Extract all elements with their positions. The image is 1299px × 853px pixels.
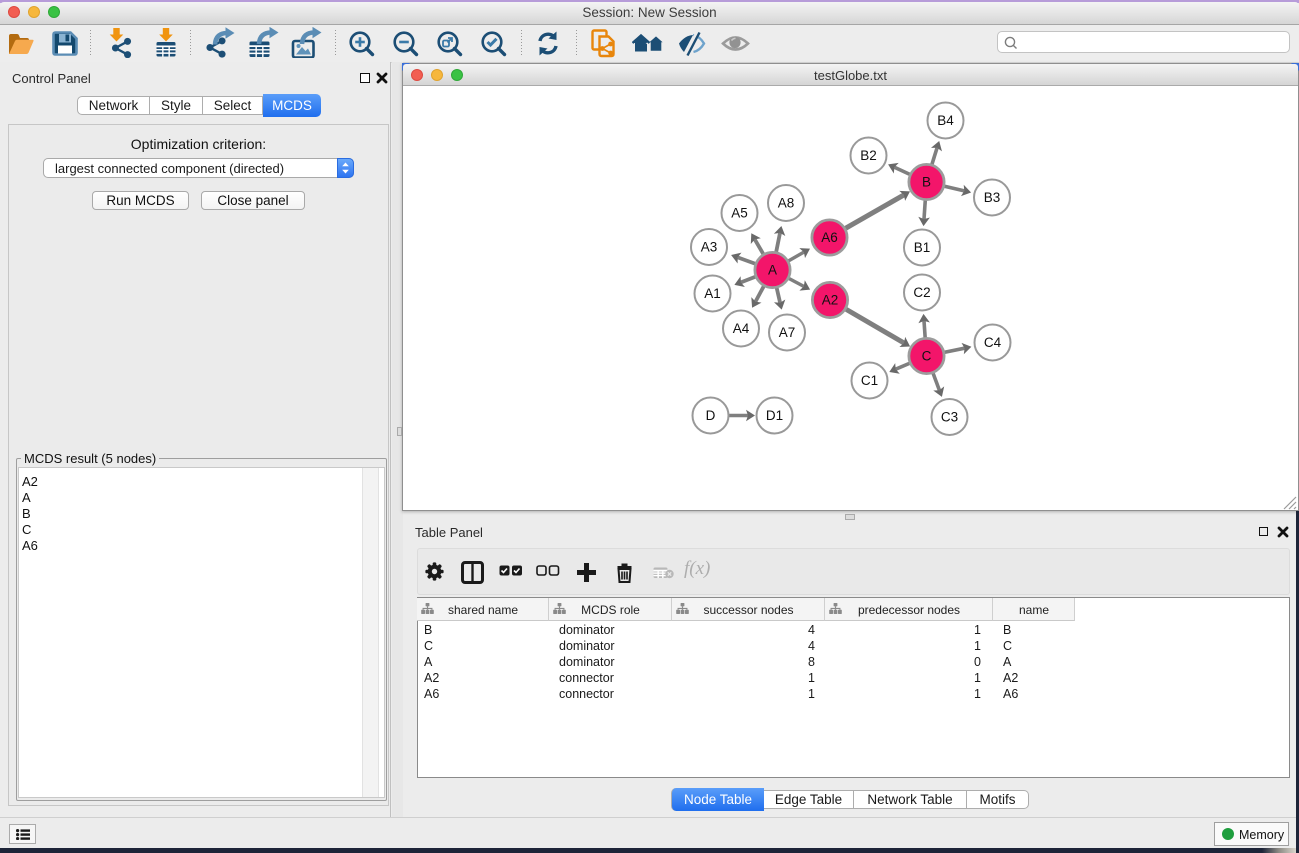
svg-text:A4: A4 (733, 321, 750, 336)
svg-text:A8: A8 (778, 196, 795, 211)
svg-text:B1: B1 (914, 240, 931, 255)
svg-text:A7: A7 (779, 325, 796, 340)
svg-text:C3: C3 (941, 410, 958, 425)
svg-text:D: D (706, 408, 716, 423)
svg-text:D1: D1 (766, 408, 783, 423)
svg-text:A: A (768, 263, 777, 278)
svg-text:C1: C1 (861, 373, 878, 388)
svg-text:B: B (922, 175, 931, 190)
svg-text:A5: A5 (731, 206, 748, 221)
svg-text:B3: B3 (984, 190, 1001, 205)
svg-text:A1: A1 (704, 286, 721, 301)
svg-text:A2: A2 (822, 293, 839, 308)
svg-text:C: C (922, 349, 932, 364)
svg-text:C2: C2 (913, 285, 930, 300)
svg-text:A6: A6 (821, 230, 838, 245)
svg-text:B4: B4 (937, 113, 954, 128)
svg-text:C4: C4 (984, 335, 1002, 350)
svg-text:B2: B2 (860, 148, 877, 163)
svg-text:A3: A3 (701, 240, 718, 255)
